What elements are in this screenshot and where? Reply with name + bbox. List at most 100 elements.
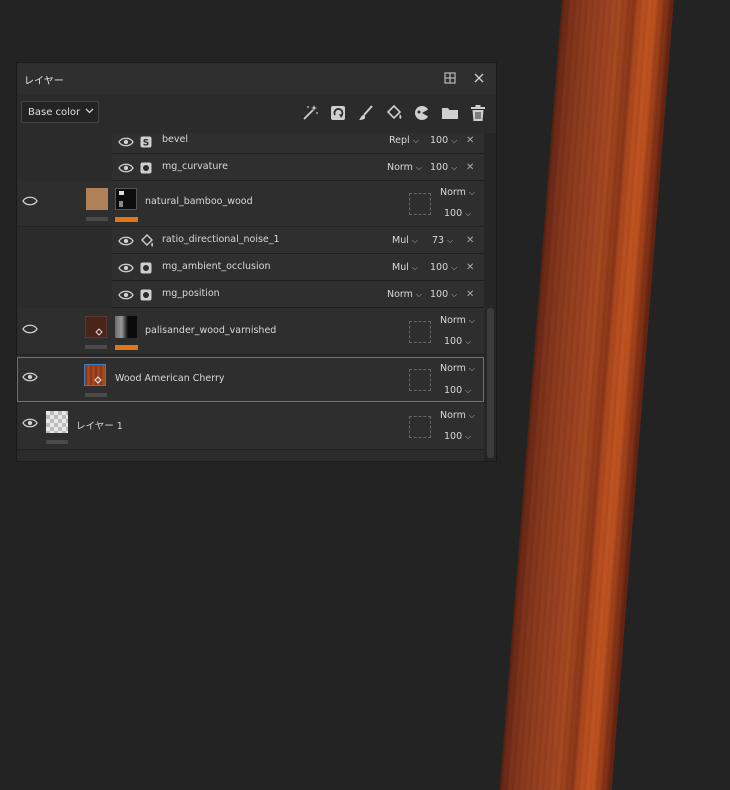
generator-icon: [140, 262, 152, 274]
layer-name: palisander_wood_varnished: [145, 325, 277, 336]
panel-titlebar: レイヤー: [17, 63, 496, 94]
blend-mode-select[interactable]: Norm ⌵: [440, 187, 475, 198]
blend-mode-select[interactable]: Norm ⌵: [440, 363, 475, 374]
mask-placeholder: [409, 193, 431, 215]
thumbnail-bar: [85, 393, 107, 397]
chevron-down-icon: ⌵: [468, 316, 475, 325]
fill-refresh-icon[interactable]: [329, 104, 347, 122]
chevron-down-icon: ⌵: [468, 188, 475, 197]
layer-row-wood-american-cherry[interactable]: Wood American Cherry Norm ⌵ 100 ⌵: [17, 357, 484, 402]
channel-dropdown[interactable]: Base color: [21, 101, 99, 123]
layers-list: S bevel Repl ⌵ 100 ⌵ ✕ mg_curvature Norm ⌵ …: [17, 133, 484, 461]
opacity-select[interactable]: 73 ⌵: [432, 235, 453, 246]
remove-effect-icon[interactable]: ✕: [466, 135, 474, 146]
chevron-down-icon: ⌵: [451, 163, 458, 172]
thumbnail-bar: [46, 440, 68, 444]
layers-scrollbar[interactable]: [484, 133, 496, 461]
dock-icon[interactable]: [444, 72, 456, 84]
blend-mode-select[interactable]: Norm ⌵: [440, 410, 475, 421]
blend-mode-select[interactable]: Mul ⌵: [392, 262, 418, 273]
effect-name: ratio_directional_noise_1: [162, 234, 280, 245]
paint-bucket-icon: [140, 234, 154, 247]
scrollbar-thumb[interactable]: [487, 308, 494, 458]
opacity-select[interactable]: 100 ⌵: [430, 162, 457, 173]
layers-panel: レイヤー Base color S bevel Repl ⌵ 100 ⌵ ✕ m…: [16, 62, 497, 462]
opacity-select[interactable]: 100 ⌵: [430, 289, 457, 300]
opacity-select[interactable]: 100 ⌵: [444, 208, 471, 219]
blend-mode-select[interactable]: Norm ⌵: [387, 162, 422, 173]
remove-effect-icon[interactable]: ✕: [466, 289, 474, 300]
material-thumbnail: [86, 188, 108, 210]
visibility-eye-icon[interactable]: [118, 137, 134, 147]
mask-placeholder: [409, 369, 431, 391]
layer-row-natural-bamboo-wood[interactable]: natural_bamboo_wood Norm ⌵ 100 ⌵: [17, 181, 484, 227]
chevron-down-icon: ⌵: [412, 136, 419, 145]
layer-row-layer-1[interactable]: レイヤー 1 Norm ⌵ 100 ⌵: [17, 404, 484, 450]
mask-active-bar: [115, 345, 138, 350]
channel-dropdown-value: Base color: [28, 107, 81, 118]
blend-mode-select[interactable]: Repl ⌵: [389, 135, 419, 146]
effect-row-mg-ambient-occlusion[interactable]: mg_ambient_occlusion Mul ⌵ 100 ⌵ ✕: [112, 254, 484, 281]
chevron-down-icon: ⌵: [447, 236, 454, 245]
trash-icon[interactable]: [469, 104, 487, 122]
layer-name: レイヤー 1: [76, 421, 123, 432]
generator-icon: [140, 289, 152, 301]
effect-row-ratio-directional-noise-1[interactable]: ratio_directional_noise_1 Mul ⌵ 73 ⌵ ✕: [112, 227, 484, 254]
panel-title: レイヤー: [24, 76, 64, 87]
visibility-eye-icon[interactable]: [118, 263, 134, 273]
chevron-down-icon: ⌵: [465, 386, 472, 395]
chevron-down-icon: ⌵: [468, 364, 475, 373]
effect-row-mg-curvature[interactable]: mg_curvature Norm ⌵ 100 ⌵ ✕: [112, 154, 484, 181]
visibility-eye-icon[interactable]: [118, 290, 134, 300]
mask-placeholder: [409, 416, 431, 438]
visibility-eye-icon[interactable]: [22, 372, 38, 382]
thumbnail-bar: [86, 217, 108, 221]
material-thumbnail: [84, 364, 106, 386]
chevron-down-icon: ⌵: [415, 163, 422, 172]
chevron-down-icon: ⌵: [451, 263, 458, 272]
visibility-eye-icon[interactable]: [118, 163, 134, 173]
blend-mode-select[interactable]: Norm ⌵: [387, 289, 422, 300]
opacity-select[interactable]: 100 ⌵: [444, 336, 471, 347]
material-thumbnail: [85, 316, 107, 338]
layer-name: Wood American Cherry: [115, 373, 225, 384]
opacity-select[interactable]: 100 ⌵: [444, 431, 471, 442]
layer-row-palisander-wood-varnished[interactable]: palisander_wood_varnished Norm ⌵ 100 ⌵: [17, 308, 484, 355]
effect-row-bevel[interactable]: S bevel Repl ⌵ 100 ⌵ ✕: [112, 133, 484, 154]
opacity-select[interactable]: 100 ⌵: [444, 385, 471, 396]
wood-plank-model: [499, 0, 677, 790]
magic-wand-icon[interactable]: [301, 104, 319, 122]
opacity-select[interactable]: 100 ⌵: [430, 262, 457, 273]
chevron-down-icon: ⌵: [411, 263, 418, 272]
visibility-eye-icon[interactable]: [22, 418, 38, 428]
folder-icon[interactable]: [441, 104, 459, 122]
paint-brush-icon[interactable]: [357, 104, 375, 122]
chevron-down-icon: ⌵: [465, 337, 472, 346]
remove-effect-icon[interactable]: ✕: [466, 162, 474, 173]
blend-mode-select[interactable]: Norm ⌵: [440, 315, 475, 326]
remove-effect-icon[interactable]: ✕: [466, 235, 474, 246]
mask-thumbnail: [115, 316, 137, 338]
chevron-down-icon: ⌵: [415, 290, 422, 299]
mask-thumbnail: [115, 188, 137, 210]
visibility-eye-icon[interactable]: [22, 324, 38, 334]
generator-icon: [140, 162, 152, 174]
chevron-down-icon: ⌵: [451, 136, 458, 145]
chevron-down-icon: [85, 106, 94, 118]
effect-row-mg-position[interactable]: mg_position Norm ⌵ 100 ⌵ ✕: [112, 281, 484, 308]
chevron-down-icon: ⌵: [451, 290, 458, 299]
remove-effect-icon[interactable]: ✕: [466, 262, 474, 273]
chevron-down-icon: ⌵: [411, 236, 418, 245]
visibility-eye-icon[interactable]: [22, 196, 38, 206]
effect-name: mg_position: [162, 288, 220, 299]
smart-mask-icon[interactable]: [413, 104, 431, 122]
layer-name: natural_bamboo_wood: [145, 196, 253, 207]
blend-mode-select[interactable]: Mul ⌵: [392, 235, 418, 246]
effect-name: mg_curvature: [162, 161, 228, 172]
layers-toolbar: Base color: [17, 94, 496, 133]
close-panel-icon[interactable]: [473, 72, 485, 84]
mask-active-bar: [115, 217, 138, 222]
paint-bucket-icon[interactable]: [385, 104, 403, 122]
opacity-select[interactable]: 100 ⌵: [430, 135, 457, 146]
visibility-eye-icon[interactable]: [118, 236, 134, 246]
